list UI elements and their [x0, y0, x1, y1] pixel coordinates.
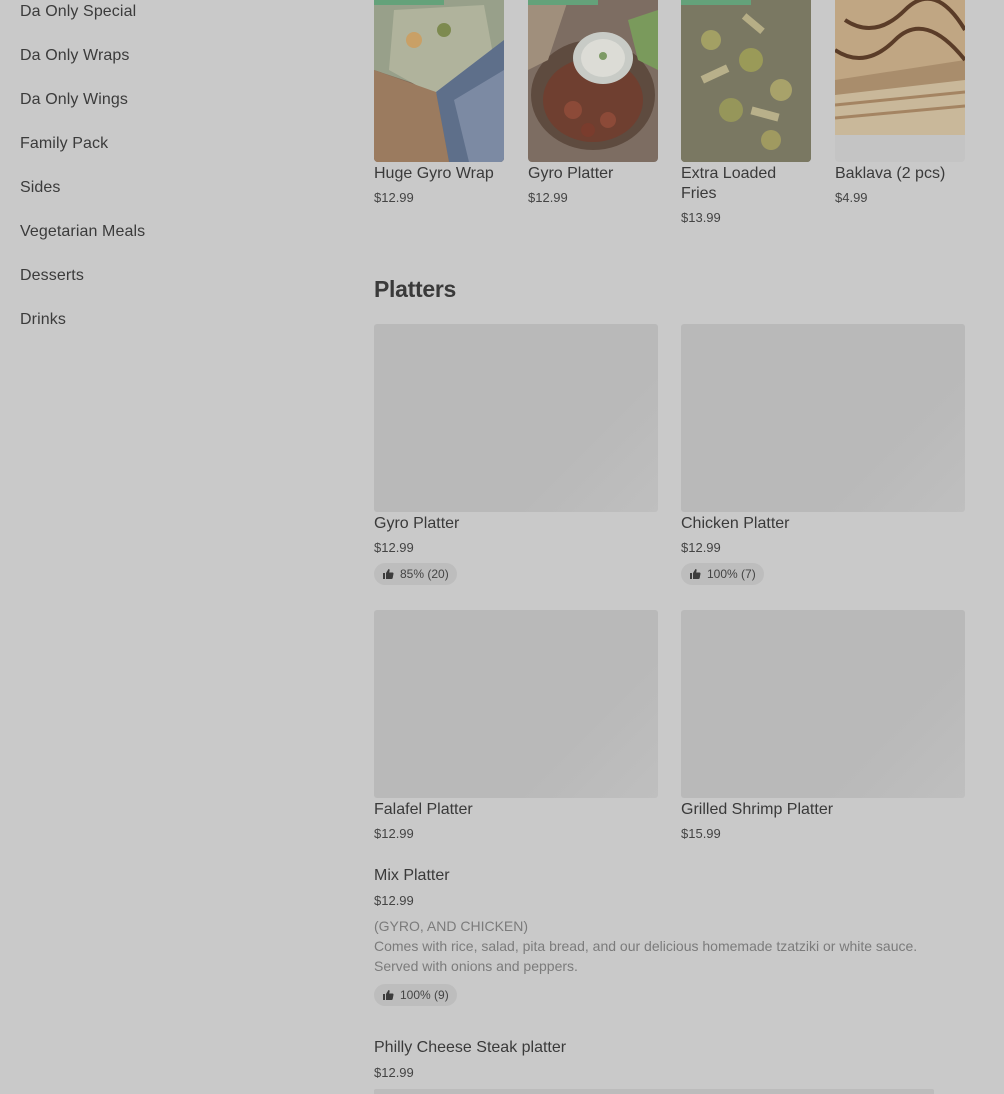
item-description-line: Comes with rice, salad, pita bread, and …	[374, 938, 918, 954]
item-price: $12.99	[528, 190, 568, 205]
item-price: $12.99	[374, 826, 414, 841]
rating-badge: 100% (7)	[681, 563, 764, 585]
item-photo-placeholder	[374, 610, 658, 798]
sidebar-item-desserts[interactable]: Desserts	[20, 267, 84, 285]
item-price: $12.99	[374, 190, 414, 205]
item-name: Falafel Platter	[374, 801, 473, 818]
rating-badge: 85% (20)	[374, 563, 457, 585]
item-name: Extra Loaded Fries	[681, 165, 777, 202]
item-name: Mix Platter	[374, 867, 450, 884]
item-photo	[528, 0, 658, 162]
item-price: $12.99	[374, 893, 414, 908]
sidebar-item-da-only-wraps[interactable]: Da Only Wraps	[20, 47, 129, 65]
item-photo-placeholder	[374, 324, 658, 512]
store-menu-page: Da Only Special Da Only Wraps Da Only Wi…	[0, 0, 1004, 1094]
item-name: Baklava (2 pcs)	[835, 165, 946, 182]
sidebar-item-family-pack[interactable]: Family Pack	[20, 135, 108, 153]
item-description-line: (GYRO, AND CHICKEN)	[374, 918, 529, 934]
thumbs-up-icon	[382, 568, 394, 580]
item-photo-placeholder	[681, 324, 965, 512]
item-photo	[374, 0, 504, 162]
sidebar-item-da-only-wings[interactable]: Da Only Wings	[20, 91, 128, 109]
item-price: $15.99	[681, 826, 721, 841]
item-description: (GYRO, AND CHICKEN) Comes with rice, sal…	[374, 916, 964, 976]
item-price: $13.99	[681, 210, 721, 225]
sidebar-item-sides[interactable]: Sides	[20, 179, 61, 197]
item-description-truncated	[374, 1089, 934, 1094]
section-title-platters: Platters	[374, 276, 456, 302]
item-name: Philly Cheese Steak platter	[374, 1039, 567, 1056]
item-name: Huge Gyro Wrap	[374, 165, 494, 182]
sidebar-item-drinks[interactable]: Drinks	[20, 311, 66, 329]
rating-text: 85% (20)	[400, 567, 449, 581]
rating-text: 100% (7)	[707, 567, 756, 581]
rating-text: 100% (9)	[400, 988, 449, 1002]
item-description-line: Served with onions and peppers.	[374, 958, 578, 974]
item-name: Gyro Platter	[528, 165, 614, 182]
menu-list-item[interactable]: Mix Platter $12.99 (GYRO, AND CHICKEN) C…	[374, 867, 964, 1007]
rating-badge: 100% (9)	[374, 984, 457, 1006]
item-name: Grilled Shrimp Platter	[681, 801, 834, 818]
menu-list-item[interactable]: Philly Cheese Steak platter $12.99	[374, 1039, 964, 1094]
item-price: $12.99	[681, 540, 721, 555]
item-photo	[835, 0, 965, 162]
item-price: $12.99	[374, 1065, 414, 1080]
thumbs-up-icon	[382, 989, 394, 1001]
item-price: $12.99	[374, 540, 414, 555]
item-price: $4.99	[835, 190, 868, 205]
thumbs-up-icon	[689, 568, 701, 580]
item-name: Chicken Platter	[681, 515, 790, 532]
sidebar-item-vegetarian-meals[interactable]: Vegetarian Meals	[20, 223, 145, 241]
item-photo	[681, 0, 811, 162]
item-name: Gyro Platter	[374, 515, 460, 532]
sidebar-item-da-only-special[interactable]: Da Only Special	[20, 3, 136, 21]
item-photo-placeholder	[681, 610, 965, 798]
